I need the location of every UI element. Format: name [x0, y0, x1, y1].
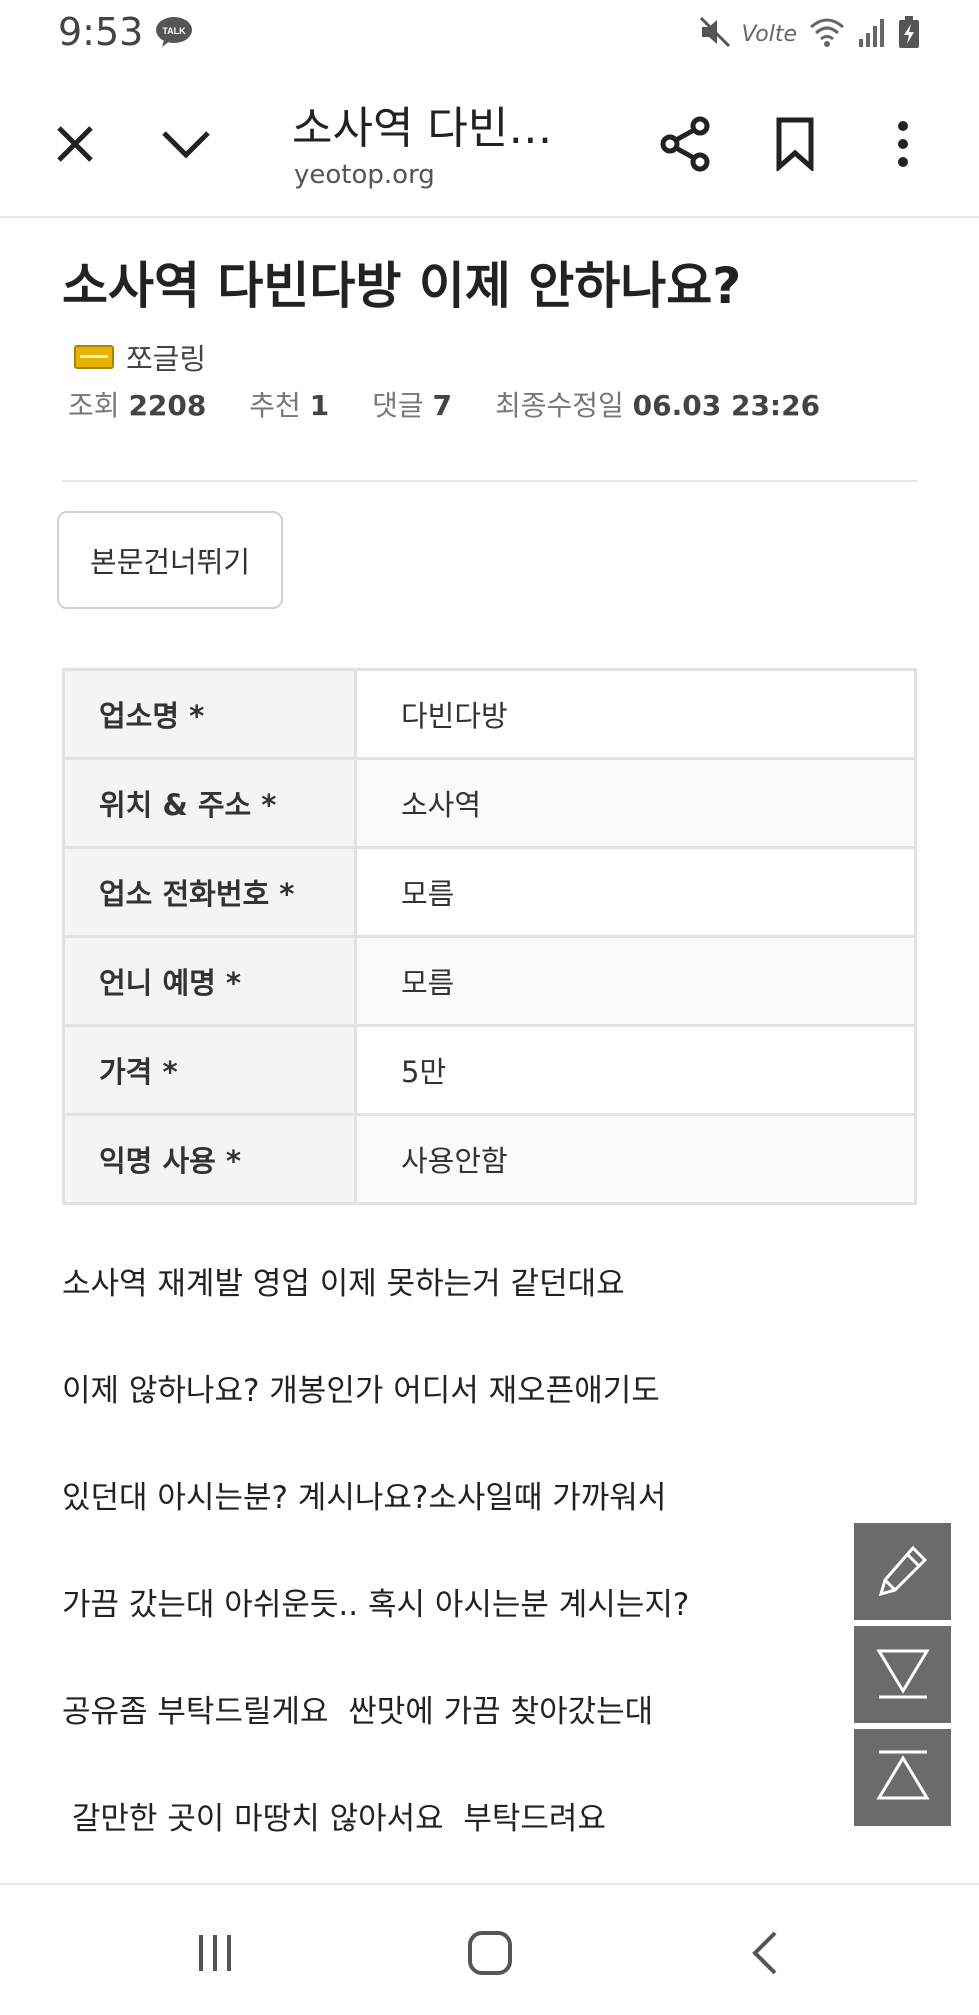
- page-url: yeotop.org: [294, 160, 435, 190]
- recommend-count: 1: [309, 389, 330, 422]
- post-meta: 조회 2208 추천 1 댓글 7 최종수정일 06.03 23:26: [68, 384, 854, 424]
- back-button[interactable]: [735, 1925, 795, 1985]
- business-info-table: 업소명 * 다빈다방 위치 & 주소 * 소사역 업소 전화번호 * 모름 언니…: [62, 668, 917, 1205]
- body-line: 가끔 갔는대 아쉬운듯.. 혹시 아시는분 계시는지?: [62, 1587, 690, 1623]
- table-value: 모름: [354, 935, 917, 1027]
- status-bar: 9:53 TALK Volte: [0, 0, 979, 66]
- battery-charging-icon: [897, 15, 921, 53]
- chevron-down-icon: [160, 127, 212, 165]
- home-button[interactable]: [460, 1925, 520, 1985]
- post-body: 소사역 재계발 영업 이제 못하는거 같던대요 이제 않하나요? 개봉인가 어디…: [62, 1266, 862, 1908]
- signal-icon: [857, 15, 887, 53]
- post-title: 소사역 다빈다방 이제 안하나요?: [62, 257, 742, 315]
- table-key: 위치 & 주소 *: [62, 757, 357, 849]
- system-nav-bar: [0, 1883, 979, 2015]
- skip-content-button[interactable]: 본문건너뛰기: [57, 511, 283, 609]
- recent-apps-icon: [193, 1931, 237, 1979]
- page-title: 소사역 다빈…: [292, 103, 553, 154]
- scroll-down-icon: [873, 1643, 933, 1707]
- body-line: 이제 않하나요? 개봉인가 어디서 재오픈애기도: [62, 1373, 660, 1409]
- share-button[interactable]: [655, 116, 715, 176]
- more-menu-button[interactable]: [873, 116, 933, 176]
- recommend-label: 추천: [249, 389, 301, 422]
- table-key: 업소명 *: [62, 668, 357, 760]
- body-line: 소사역 재계발 영업 이제 못하는거 같던대요: [62, 1266, 625, 1302]
- table-row: 익명 사용 * 사용안함: [62, 1113, 917, 1205]
- write-post-button[interactable]: [854, 1523, 951, 1620]
- bookmark-icon: [775, 117, 815, 175]
- table-value: 소사역: [354, 757, 917, 849]
- bookmark-button[interactable]: [765, 116, 825, 176]
- body-line: 공유좀 부탁드릴게요 싼맛에 가끔 찾아갔는대: [62, 1694, 654, 1730]
- body-line: 있던대 아시는분? 계시나요?소사일때 가까워서: [62, 1480, 667, 1516]
- comments-count: 7: [432, 389, 453, 422]
- close-button[interactable]: [45, 116, 105, 176]
- pencil-icon: [873, 1540, 933, 1604]
- modified-date: 06.03 23:26: [632, 389, 821, 422]
- body-line: 갈만한 곳이 마땅치 않아서요 부탁드려요: [62, 1801, 606, 1837]
- scroll-to-top-button[interactable]: [854, 1729, 951, 1826]
- collapse-button[interactable]: [156, 116, 216, 176]
- table-value: 다빈다방: [354, 668, 917, 760]
- table-value: 모름: [354, 846, 917, 938]
- recent-apps-button[interactable]: [185, 1925, 245, 1985]
- volte-indicator: Volte: [741, 21, 798, 47]
- author-name[interactable]: 쪼글링: [126, 336, 206, 378]
- mute-icon: [698, 15, 732, 53]
- system-icons: Volte: [698, 14, 922, 54]
- browser-toolbar: 소사역 다빈… yeotop.org: [0, 66, 979, 218]
- status-time: 9:53: [58, 10, 144, 54]
- views-count: 2208: [128, 389, 207, 422]
- table-row: 업소 전화번호 * 모름: [62, 846, 917, 938]
- home-icon: [466, 1929, 514, 1981]
- table-key: 가격 *: [62, 1024, 357, 1116]
- close-icon: [53, 122, 97, 170]
- more-vertical-icon: [896, 120, 910, 172]
- share-icon: [658, 116, 712, 176]
- talk-badge-text: TALK: [162, 26, 186, 36]
- comments-label: 댓글: [372, 389, 424, 422]
- author-level-badge-icon: [74, 345, 114, 369]
- post-author[interactable]: 쪼글링: [74, 336, 206, 378]
- header-divider: [62, 480, 917, 482]
- table-key: 언니 예명 *: [62, 935, 357, 1027]
- scroll-to-bottom-button[interactable]: [854, 1626, 951, 1723]
- table-value: 5만: [354, 1024, 917, 1116]
- wifi-icon: [807, 15, 847, 53]
- scroll-up-icon: [873, 1746, 933, 1810]
- table-row: 가격 * 5만: [62, 1024, 917, 1116]
- table-value: 사용안함: [354, 1113, 917, 1205]
- kakaotalk-notification-icon: TALK: [154, 16, 194, 48]
- table-row: 언니 예명 * 모름: [62, 935, 917, 1027]
- modified-label: 최종수정일: [494, 389, 624, 422]
- table-row: 업소명 * 다빈다방: [62, 668, 917, 760]
- table-row: 위치 & 주소 * 소사역: [62, 757, 917, 849]
- views-label: 조회: [68, 389, 120, 422]
- back-icon: [749, 1929, 781, 1981]
- table-key: 업소 전화번호 *: [62, 846, 357, 938]
- table-key: 익명 사용 *: [62, 1113, 357, 1205]
